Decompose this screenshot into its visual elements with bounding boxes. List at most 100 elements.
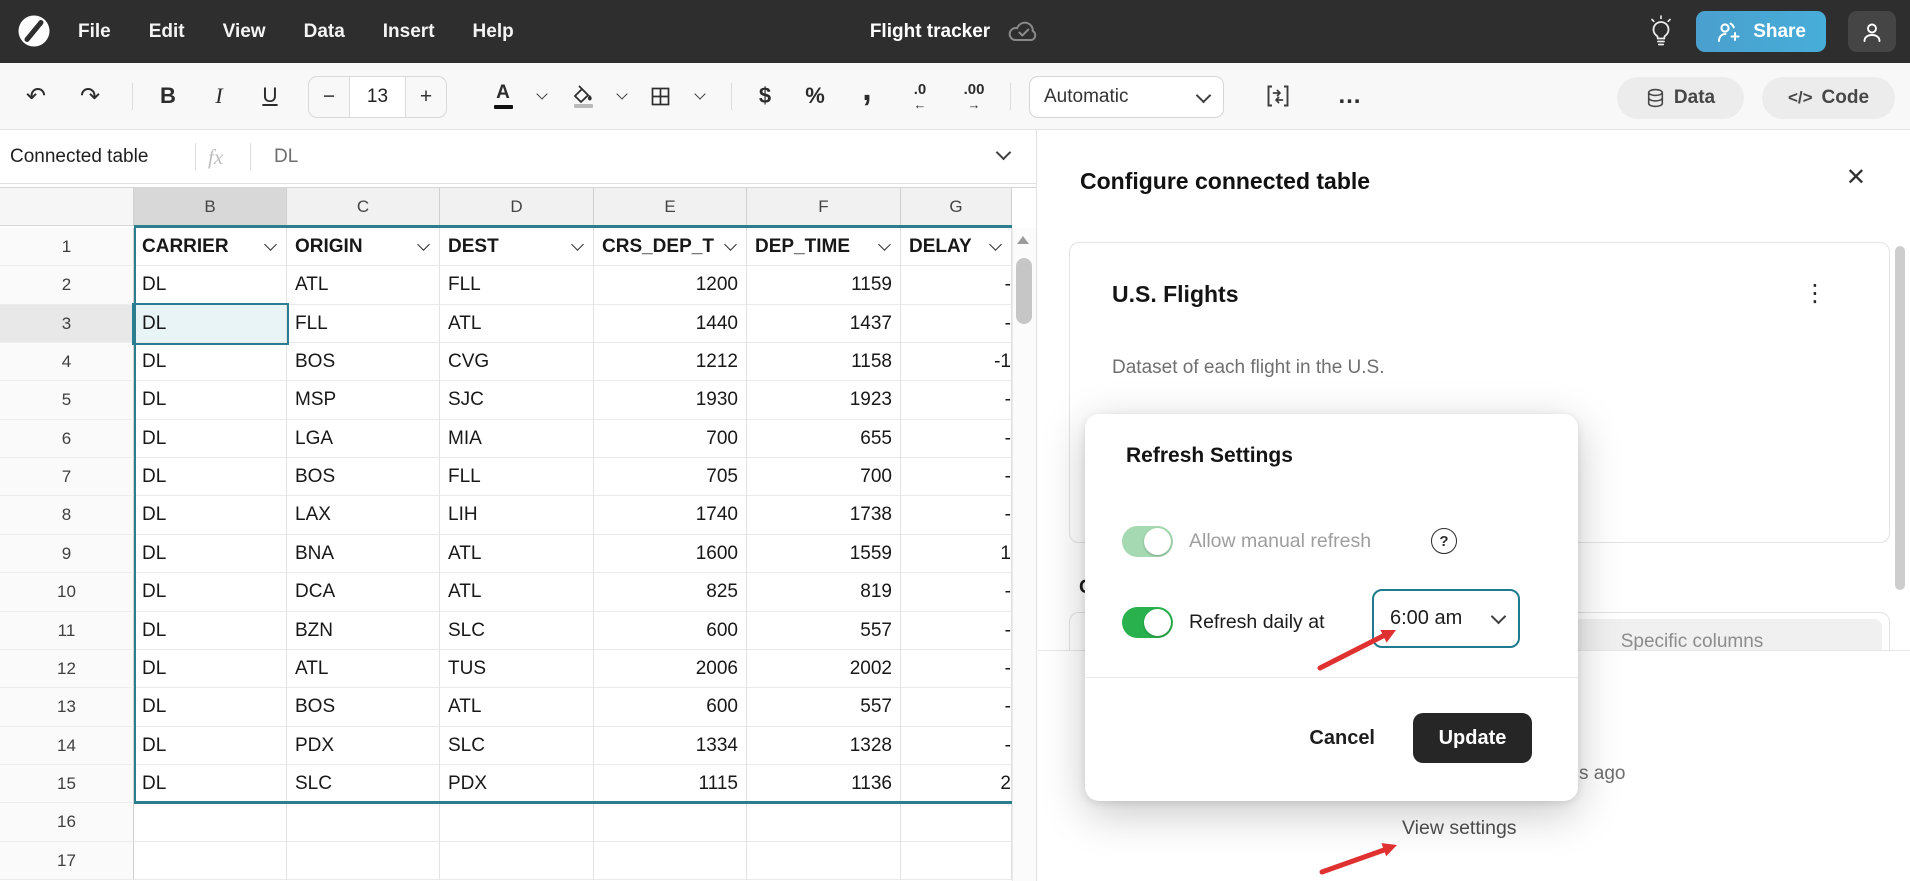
header-cell-delay[interactable]: DELAY xyxy=(901,228,1012,266)
cell[interactable]: DL xyxy=(134,535,287,573)
cell[interactable]: BOS xyxy=(287,688,440,727)
menu-insert[interactable]: Insert xyxy=(383,21,435,43)
cell[interactable]: - xyxy=(901,688,1012,727)
column-letter-E[interactable]: E xyxy=(594,188,747,226)
cell[interactable]: 825 xyxy=(594,573,747,612)
cell[interactable]: BZN xyxy=(287,612,440,650)
cell[interactable]: SLC xyxy=(440,727,594,765)
cell[interactable]: 1740 xyxy=(594,496,747,535)
column-filter-chevron-icon[interactable] xyxy=(417,238,430,251)
help-icon[interactable]: ? xyxy=(1431,528,1457,554)
column-filter-chevron-icon[interactable] xyxy=(724,238,737,251)
lightbulb-icon[interactable] xyxy=(1648,15,1674,49)
cell[interactable]: DL xyxy=(134,343,287,381)
cell[interactable]: DL xyxy=(134,381,287,420)
row-number[interactable]: 10 xyxy=(0,573,134,612)
cell[interactable]: 1115 xyxy=(594,765,747,803)
more-options-button[interactable]: … xyxy=(1326,63,1374,129)
fill-color-button[interactable] xyxy=(562,63,604,129)
cell[interactable]: CVG xyxy=(440,343,594,381)
header-cell-carrier[interactable]: CARRIER xyxy=(134,228,287,266)
cell[interactable]: ATL xyxy=(287,266,440,305)
cell[interactable]: ATL xyxy=(440,573,594,612)
row-number[interactable]: 6 xyxy=(0,420,134,458)
row-number[interactable]: 2 xyxy=(0,266,134,305)
row-number[interactable]: 7 xyxy=(0,458,134,496)
thousands-separator-button[interactable]: , xyxy=(846,63,888,129)
update-button[interactable]: Update xyxy=(1413,713,1532,763)
column-letter-F[interactable]: F xyxy=(747,188,901,226)
row-number[interactable]: 1 xyxy=(0,228,134,266)
cell[interactable]: ATL xyxy=(440,688,594,727)
cell[interactable] xyxy=(440,803,594,842)
cell[interactable]: -1 xyxy=(901,343,1012,381)
row-number[interactable]: 16 xyxy=(0,803,134,842)
cell[interactable]: LIH xyxy=(440,496,594,535)
cell[interactable]: DL xyxy=(134,458,287,496)
cell[interactable]: LGA xyxy=(287,420,440,458)
number-format-select[interactable]: Automatic xyxy=(1029,76,1224,118)
cell[interactable]: 1437 xyxy=(747,305,901,343)
column-filter-chevron-icon[interactable] xyxy=(989,238,1002,251)
row-number[interactable]: 13 xyxy=(0,688,134,727)
cell[interactable]: 700 xyxy=(747,458,901,496)
header-cell-origin[interactable]: ORIGIN xyxy=(287,228,440,266)
redo-button[interactable]: ↷ xyxy=(68,63,112,129)
cell[interactable]: BNA xyxy=(287,535,440,573)
panel-scrollbar-thumb[interactable] xyxy=(1895,246,1905,590)
code-view-button[interactable]: </> Code xyxy=(1762,77,1895,119)
cell[interactable] xyxy=(747,803,901,842)
row-number[interactable]: 12 xyxy=(0,650,134,688)
cell[interactable] xyxy=(287,803,440,842)
column-filter-chevron-icon[interactable] xyxy=(571,238,584,251)
cancel-button[interactable]: Cancel xyxy=(1309,727,1375,750)
name-box[interactable]: Connected table xyxy=(10,130,148,184)
cell[interactable]: DCA xyxy=(287,573,440,612)
cell[interactable]: 1159 xyxy=(747,266,901,305)
cell[interactable]: - xyxy=(901,420,1012,458)
cell[interactable] xyxy=(134,842,287,880)
fit-columns-button[interactable] xyxy=(1252,63,1304,129)
text-color-dropdown[interactable] xyxy=(528,63,556,129)
cell[interactable]: SJC xyxy=(440,381,594,420)
cell[interactable]: BOS xyxy=(287,343,440,381)
document-title[interactable]: Flight tracker xyxy=(870,21,990,43)
menu-help[interactable]: Help xyxy=(473,21,514,43)
row-number[interactable]: 15 xyxy=(0,765,134,803)
cell[interactable] xyxy=(901,803,1012,842)
cell[interactable]: - xyxy=(901,573,1012,612)
cell[interactable]: DL xyxy=(134,727,287,765)
cell[interactable]: PDX xyxy=(287,727,440,765)
row-number[interactable]: 8 xyxy=(0,496,134,535)
italic-button[interactable]: I xyxy=(197,63,241,129)
cell[interactable]: 819 xyxy=(747,573,901,612)
row-number[interactable]: 9 xyxy=(0,535,134,573)
row-number[interactable]: 11 xyxy=(0,612,134,650)
row-number[interactable]: 17 xyxy=(0,842,134,880)
menu-view[interactable]: View xyxy=(223,21,266,43)
cell[interactable]: FLL xyxy=(287,305,440,343)
cell[interactable]: LAX xyxy=(287,496,440,535)
cell[interactable]: 1923 xyxy=(747,381,901,420)
cell[interactable] xyxy=(594,842,747,880)
borders-button[interactable] xyxy=(640,63,680,129)
cell[interactable]: 1559 xyxy=(747,535,901,573)
cell[interactable]: 655 xyxy=(747,420,901,458)
share-button[interactable]: Share xyxy=(1696,11,1826,52)
cell[interactable]: DL xyxy=(134,496,287,535)
cell[interactable]: FLL xyxy=(440,266,594,305)
app-logo-icon[interactable] xyxy=(16,13,52,49)
cell[interactable]: DL xyxy=(134,765,287,803)
column-filter-chevron-icon[interactable] xyxy=(264,238,277,251)
cell[interactable]: 705 xyxy=(594,458,747,496)
cell[interactable]: 700 xyxy=(594,420,747,458)
cell[interactable]: MIA xyxy=(440,420,594,458)
cell[interactable]: DL xyxy=(134,266,287,305)
cell[interactable] xyxy=(594,803,747,842)
text-color-button[interactable]: A xyxy=(482,63,524,129)
row-number[interactable]: 4 xyxy=(0,343,134,381)
column-letter-D[interactable]: D xyxy=(440,188,594,226)
font-size-increase-button[interactable]: + xyxy=(406,77,446,117)
currency-format-button[interactable]: $ xyxy=(744,63,786,129)
borders-dropdown[interactable] xyxy=(686,63,714,129)
